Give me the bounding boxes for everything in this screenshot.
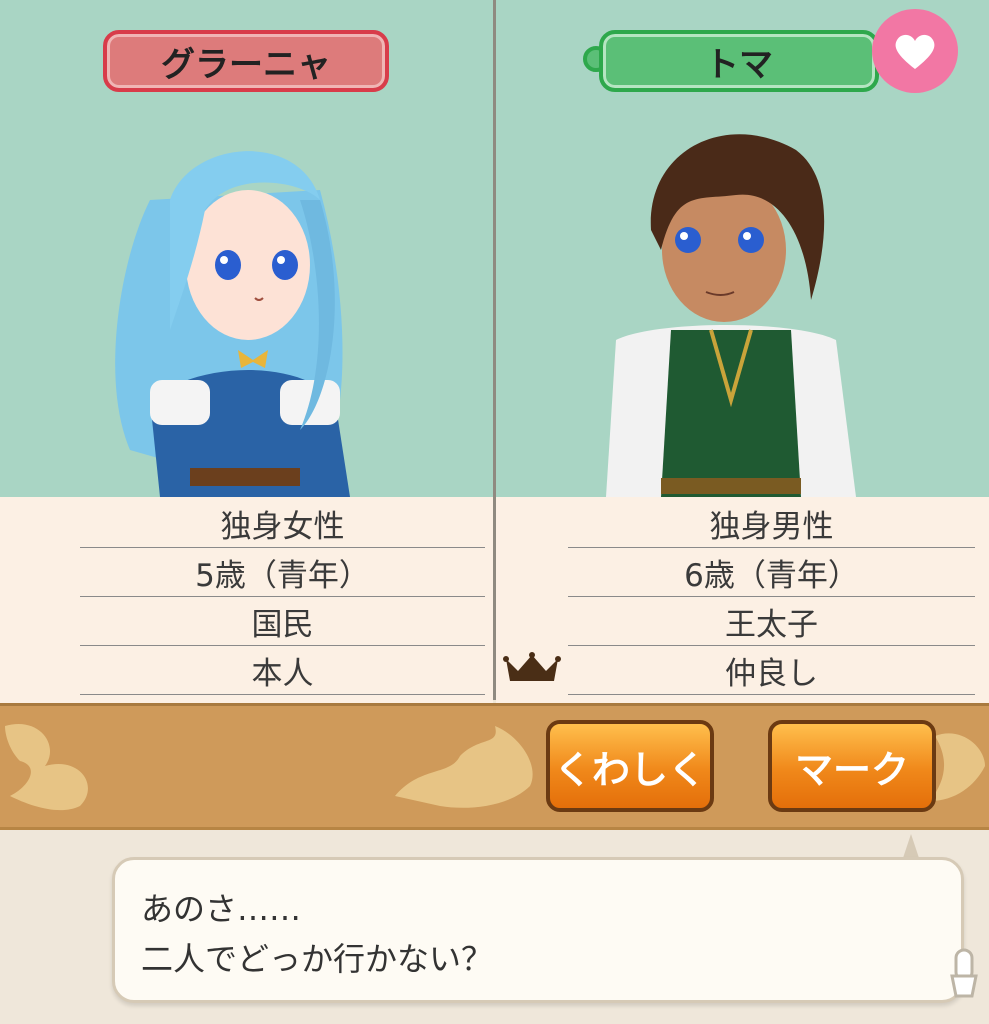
- mark-button[interactable]: マーク: [768, 720, 936, 812]
- speech-bubble-tail: [903, 834, 919, 858]
- left-info-age: 5歳（青年）: [80, 548, 485, 597]
- left-character-name-plate: グラーニャ: [103, 30, 389, 92]
- right-character-name: トマ: [705, 44, 773, 85]
- details-button[interactable]: くわしく: [546, 720, 714, 812]
- right-info-age: 6歳（青年）: [568, 548, 975, 597]
- tap-indicator-icon: [944, 946, 984, 1000]
- left-info-rank: 国民: [80, 597, 485, 646]
- dialogue-line-1: あのさ……: [141, 890, 302, 928]
- speech-bubble[interactable]: あのさ…… 二人でどっか行かない？: [112, 857, 964, 1003]
- left-character-info: 独身女性 5歳（青年） 国民 本人: [0, 497, 493, 703]
- favorite-badge[interactable]: [872, 9, 958, 93]
- right-character-name-plate: トマ: [599, 30, 879, 92]
- mark-button-label: マーク: [794, 747, 909, 792]
- left-info-relation: 本人: [80, 646, 485, 695]
- right-character-info: 独身男性 6歳（青年） 王太子 仲良し: [496, 497, 989, 703]
- left-character-name: グラーニャ: [161, 44, 331, 85]
- right-info-rank: 王太子: [568, 597, 975, 646]
- details-button-label: くわしく: [553, 747, 706, 792]
- dialogue-line-2: 二人でどっか行かない？: [141, 940, 494, 978]
- right-info-status: 独身男性: [568, 499, 975, 548]
- right-info-relation: 仲良し: [568, 646, 975, 695]
- heart-icon: [895, 34, 935, 69]
- crown-icon: [503, 651, 561, 685]
- left-info-status: 独身女性: [80, 499, 485, 548]
